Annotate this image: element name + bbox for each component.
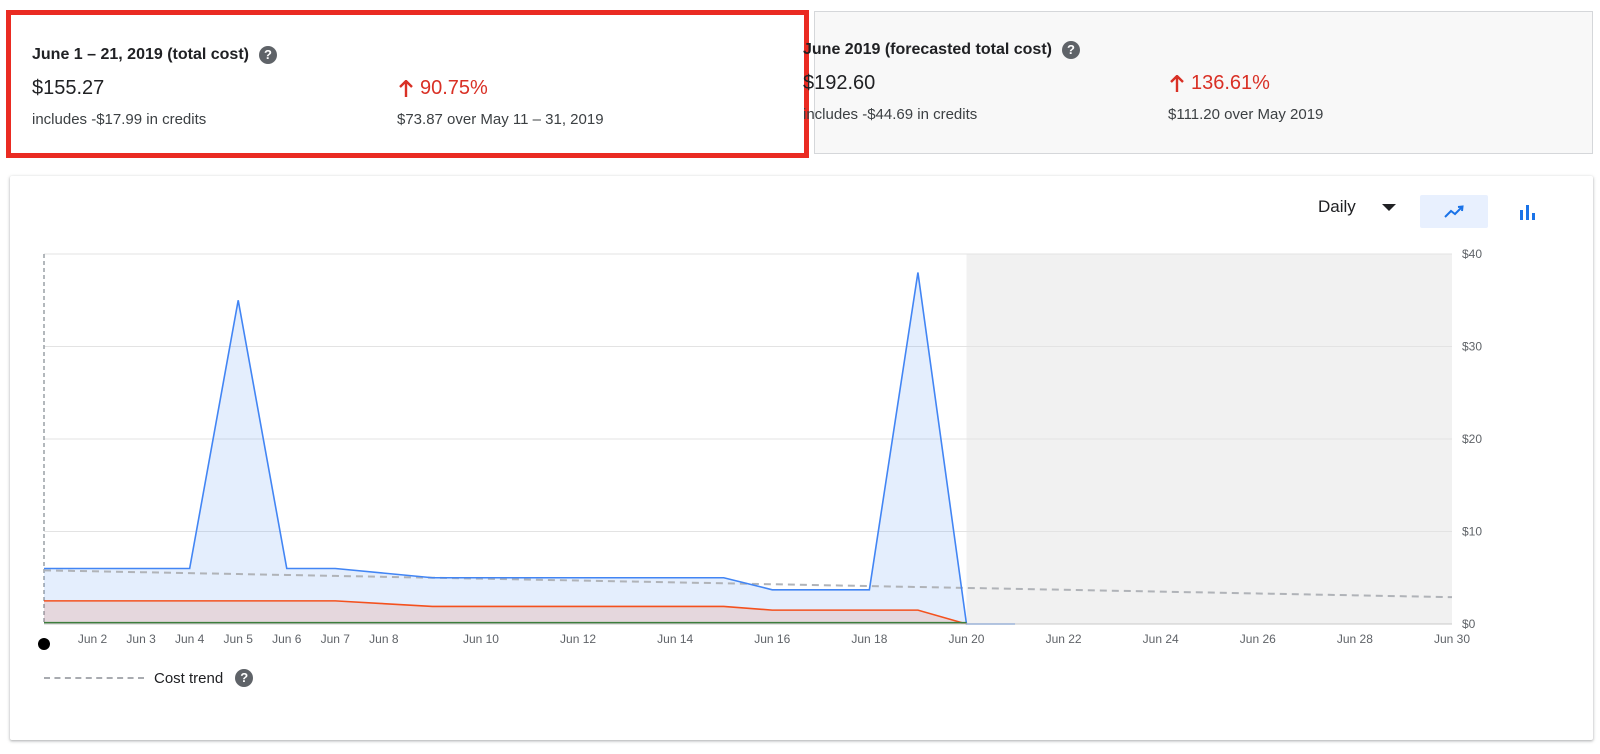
x-tick-label: Jun 26 [1240,632,1276,646]
x-tick-label: Jun 16 [754,632,790,646]
legend-trend-label: Cost trend [154,669,224,687]
x-tick-label: Jun 10 [463,632,499,646]
x-tick-label: Jun 30 [1434,632,1470,646]
x-tick-label: Jun 14 [657,632,693,646]
x-tick-label: Jun 7 [321,632,351,646]
y-tick-label: $10 [1462,525,1482,539]
y-tick-label: $20 [1462,432,1482,446]
cost-chart: $0 $10 $20 $30 $40 Jun 2 Jun 3 Jun 4 Jun 5 Jun 6… [38,247,1482,650]
x-tick-label: Jun 5 [224,632,254,646]
help-icon[interactable]: ? [235,669,254,687]
series-area [44,272,1016,624]
x-tick-label: Jun 24 [1143,632,1179,646]
x-tick-label: Jun 8 [369,632,399,646]
x-tick-label: Jun 22 [1046,632,1082,646]
trend-line-swatch [44,677,144,679]
y-tick-label: $30 [1462,340,1482,354]
x-tick-label: Jun 28 [1337,632,1373,646]
x-tick-label: Jun 6 [272,632,302,646]
y-tick-label: $40 [1462,247,1482,261]
x-tick-label: Jun 18 [851,632,887,646]
x-tick-label: Jun 4 [175,632,205,646]
x-tick-label: Jun 2 [78,632,108,646]
x-tick-label: Jun 12 [560,632,596,646]
range-start-dot [38,638,50,650]
x-tick-label: Jun 3 [126,632,156,646]
chart-legend: Cost trend ? [44,669,254,687]
x-tick-label: Jun 20 [948,632,984,646]
y-tick-label: $0 [1462,617,1476,631]
